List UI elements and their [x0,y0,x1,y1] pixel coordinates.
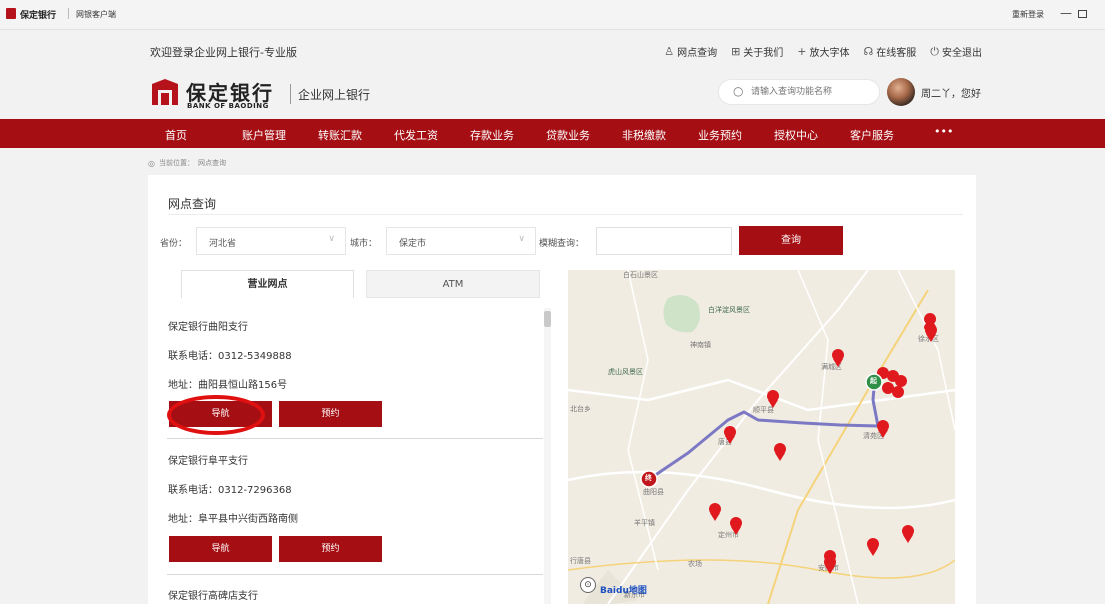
link-about-us[interactable]: ⊞ 关于我们 [731,44,783,59]
map-pin-icon [892,386,904,398]
breadcrumb-prefix: 当前位置： [158,159,194,167]
fuzzy-query-label: 模糊查询： [539,239,585,249]
page-title: 网点查询 [168,197,217,211]
chevron-down-icon: ∨ [518,234,525,244]
nav-more[interactable]: ••• [934,125,953,138]
province-value: 河北省 [209,239,237,249]
breadcrumb: ◎ 当前位置： 网点查询 [148,158,226,168]
power-icon: ⏻ [930,44,939,58]
link-label: 关于我们 [743,48,784,59]
nav-deposit[interactable]: 存款业务 [470,127,514,143]
city-select[interactable]: 保定市 ∨ [386,227,536,255]
relogin-button[interactable]: 重新登录 [1012,9,1044,20]
query-button[interactable]: 查询 [739,226,843,255]
nav-non-tax-payment[interactable]: 非税缴款 [622,127,666,143]
function-search[interactable]: ○ [718,79,880,105]
map-pin-icon [895,375,907,387]
link-enlarge-font[interactable]: + 放大字体 [797,44,849,59]
branch-list: 保定银行曲阳支行 联系电话：0312-5349888 地址：曲阳县恒山路156号… [148,298,553,604]
search-icon: ○ [733,84,744,98]
link-label: 放大字体 [809,48,850,59]
breadcrumb-current[interactable]: 网点查询 [198,158,226,168]
plus-icon: + [797,45,807,58]
map-provider-logo: Baidu地图 [600,586,647,596]
end-marker-label: 终 [645,474,652,482]
window-titlebar: 保定银行 网银客户端 重新登录 — [0,0,1105,30]
nav-reservation[interactable]: 业务预约 [698,127,742,143]
branch-name: 保定银行曲阳支行 [168,322,248,333]
headset-icon: ☊ [863,45,874,58]
city-value: 保定市 [399,239,427,249]
branch-phone: 联系电话：0312-5349888 [168,351,292,362]
top-links: ♙ 网点查询 ⊞ 关于我们 + 放大字体 ☊ 在线客服 ⏻ 安全退出 [664,44,982,60]
bank-logo-icon [152,79,178,105]
province-select[interactable]: 河北省 ∨ [196,227,346,255]
link-branch-query[interactable]: ♙ 网点查询 [664,44,717,59]
title-divider [168,214,963,215]
list-divider [167,438,543,439]
titlebar-brand: 保定银行 [20,11,57,21]
nav-customer-service[interactable]: 客户服务 [850,127,894,143]
nav-authorization[interactable]: 授权中心 [774,127,818,143]
link-online-service[interactable]: ☊ 在线客服 [864,44,917,59]
grid-icon: ⊞ [731,45,741,58]
tab-atm[interactable]: ATM [366,270,540,298]
link-label: 网点查询 [677,48,718,59]
bank-name-en: BANK OF BAODING [187,102,269,110]
brand-bar: 保定银行 BANK OF BAODING 企业网上银行 ○ 周二丫，您好 [0,74,1105,119]
reserve-button[interactable]: 预约 [279,536,382,562]
branch-name: 保定银行高碑店支行 [168,591,258,602]
user-greeting: 周二丫，您好 [921,89,981,100]
link-label: 在线客服 [876,48,917,59]
main-nav: 首页 账户管理 转账汇款 代发工资 存款业务 贷款业务 非税缴款 业务预约 授权… [0,119,1105,148]
link-safe-exit[interactable]: ⏻ 安全退出 [930,44,982,60]
reserve-button[interactable]: 预约 [279,401,382,427]
nav-loan[interactable]: 贷款业务 [546,127,590,143]
titlebar-title: 网银客户端 [76,10,116,19]
location-person-icon: ♙ [664,45,675,58]
branch-pins [640,313,937,574]
locate-icon[interactable]: ⊙ [580,577,596,593]
link-label: 安全退出 [942,48,982,59]
avatar[interactable] [887,78,915,106]
location-pin-icon: ◎ [148,158,155,168]
branch-name: 保定银行阜平支行 [168,456,248,467]
nav-payroll[interactable]: 代发工资 [394,127,438,143]
fuzzy-query-input[interactable] [596,227,732,255]
tab-branches[interactable]: 营业网点 [181,270,354,298]
minimize-button[interactable]: — [1060,6,1072,20]
branch-address: 地址：阜平县中兴街西路南侧 [168,514,298,525]
navigate-button[interactable]: 导航 [169,401,272,427]
brand-divider [290,84,291,104]
list-divider [167,574,543,575]
chevron-down-icon: ∨ [328,234,335,244]
function-search-input[interactable] [751,84,871,100]
welcome-bar: 欢迎登录企业网上银行-专业版 ♙ 网点查询 ⊞ 关于我们 + 放大字体 ☊ 在线… [0,30,1105,74]
province-label: 省份： [160,239,188,249]
welcome-text: 欢迎登录企业网上银行-专业版 [150,46,297,59]
product-name: 企业网上银行 [298,88,371,102]
map-view[interactable]: 白石山景区 白洋淀风景区 虎山风景区 神南镇 北台乡 满城区 顺平县 唐县 徐水… [568,270,955,604]
maximize-button[interactable] [1078,10,1087,18]
branch-query-panel: 网点查询 省份： 河北省 ∨ 城市： 保定市 ∨ 模糊查询： 查询 营业网点 A… [148,175,976,604]
start-marker-label: 起 [870,377,877,385]
titlebar-divider [68,8,69,19]
scrollbar-thumb[interactable] [544,311,551,327]
navigate-button[interactable]: 导航 [169,536,272,562]
bank-logo-icon [6,8,16,19]
branch-phone: 联系电话：0312-7296368 [168,485,292,496]
nav-home[interactable]: 首页 [165,127,187,143]
city-label: 城市： [350,239,378,249]
branch-address: 地址：曲阳县恒山路156号 [168,380,288,391]
nav-transfer[interactable]: 转账汇款 [318,127,362,143]
scrollbar[interactable] [544,308,551,604]
nav-account-management[interactable]: 账户管理 [242,127,286,143]
